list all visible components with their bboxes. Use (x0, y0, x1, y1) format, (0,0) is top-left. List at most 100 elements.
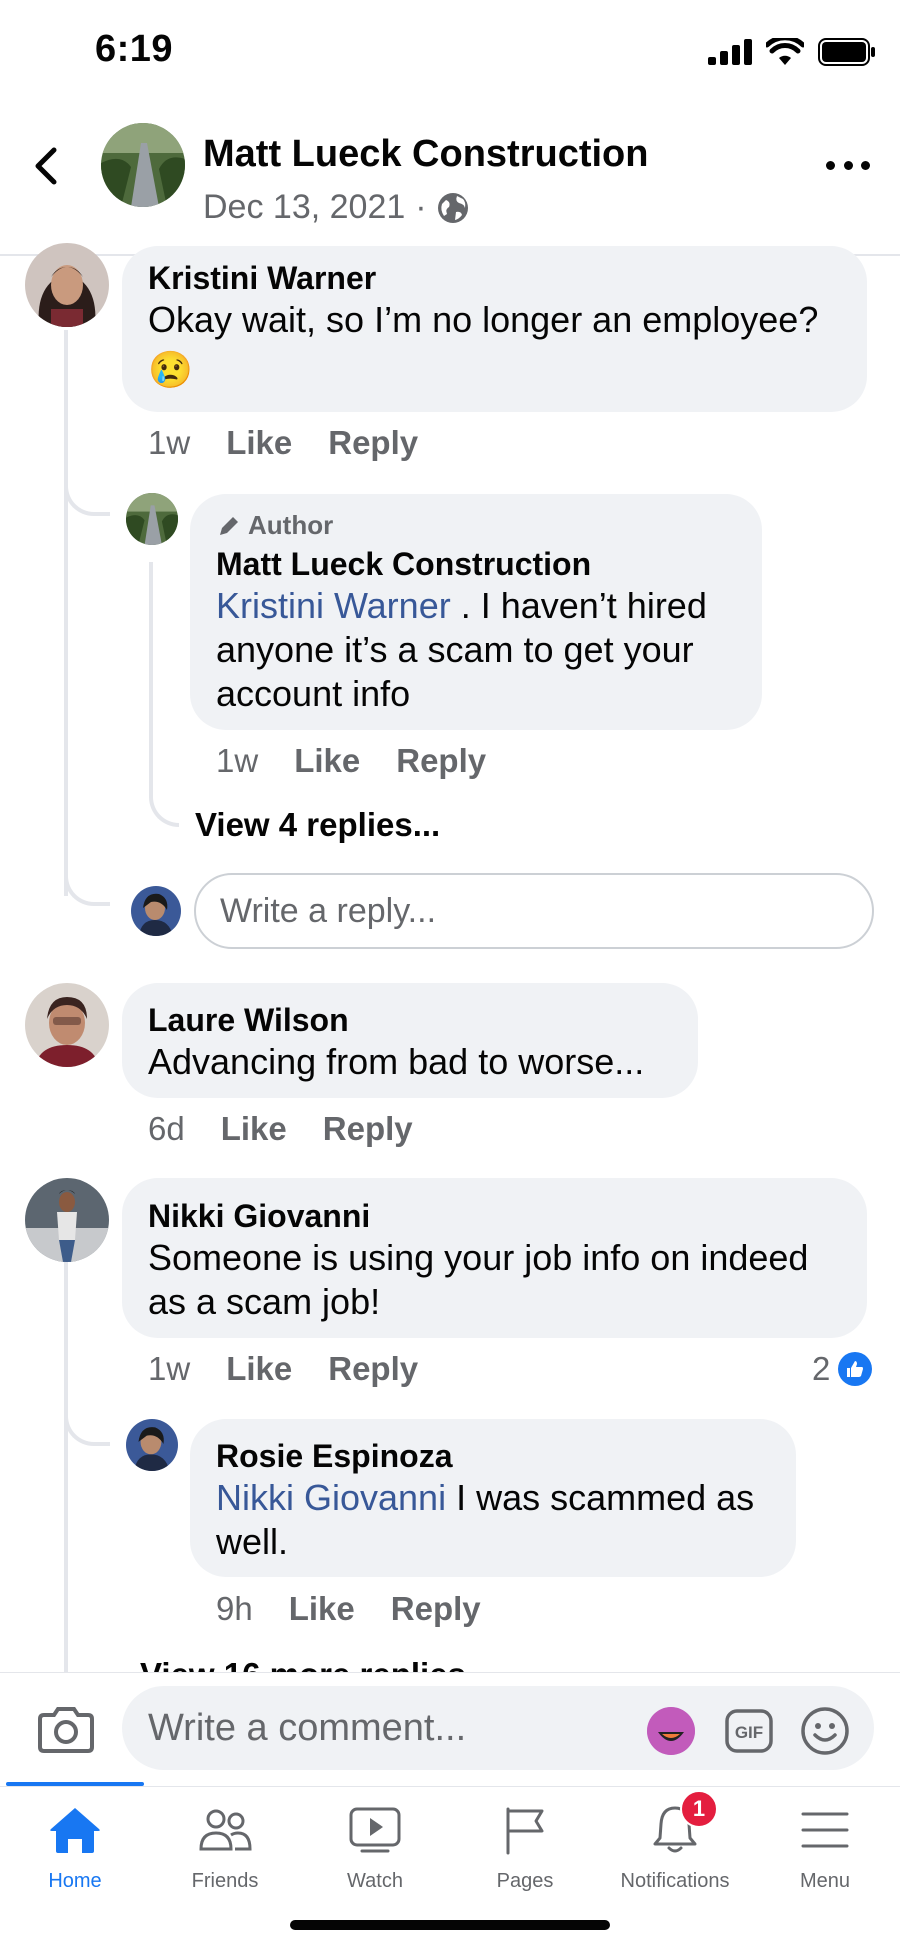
watch-icon (349, 1807, 401, 1853)
comment-text: Advancing from bad to worse... (148, 1041, 645, 1082)
like-button[interactable]: Like (289, 1590, 355, 1628)
back-button[interactable] (30, 140, 70, 192)
pages-icon (506, 1807, 544, 1855)
reply-input[interactable]: Write a reply... (194, 873, 874, 949)
reaction-number: 2 (812, 1350, 831, 1387)
avatar[interactable] (126, 493, 178, 545)
thread-connector (149, 562, 179, 827)
comment-author[interactable]: Laure Wilson (148, 1000, 349, 1040)
home-icon (50, 1808, 100, 1853)
avatar (131, 886, 181, 936)
reply-button[interactable]: Reply (396, 742, 486, 780)
pencil-icon (220, 516, 238, 535)
avatar-sticker-icon (647, 1707, 695, 1755)
gif-button[interactable]: GIF (724, 1706, 774, 1756)
mention-link[interactable]: Kristini Warner (216, 585, 451, 626)
reaction-count[interactable]: 2 (812, 1350, 873, 1388)
tab-friends[interactable]: Friends (150, 1800, 300, 1900)
thread-line (64, 1262, 68, 1672)
reply-text-line: Kristini Warner . I haven’t hired (216, 584, 707, 628)
comment-timestamp: 6d (148, 1110, 185, 1147)
emoji-button[interactable] (800, 1706, 850, 1756)
thread-connector (64, 470, 110, 516)
reply-timestamp: 9h (216, 1590, 253, 1627)
status-time: 6:19 (95, 28, 174, 70)
camera-button[interactable] (38, 1703, 94, 1755)
view-replies-link[interactable]: View 4 replies... (195, 806, 440, 844)
like-button[interactable]: Like (221, 1110, 287, 1148)
like-button[interactable]: Like (294, 742, 360, 780)
comment-text: Okay wait, so I’m no longer an employee? (148, 299, 819, 340)
post-meta: Dec 13, 2021 · (203, 188, 469, 227)
tab-notifications[interactable]: Notifications (600, 1800, 750, 1900)
dot-icon (843, 160, 853, 170)
reply-text: . I haven’t hired (450, 585, 707, 626)
reply-timestamp: 1w (216, 742, 259, 779)
tab-label: Home (48, 1870, 102, 1892)
like-button[interactable]: Like (226, 1350, 292, 1388)
tab-label: Watch (347, 1870, 403, 1892)
post-date: Dec 13, 2021 (203, 188, 406, 226)
status-icons (708, 32, 876, 72)
thumbs-up-icon (838, 1352, 873, 1386)
comment-text: Someone is using your job info on indeed (148, 1237, 809, 1278)
tab-watch[interactable]: Watch (300, 1800, 450, 1900)
comment-author[interactable]: Kristini Warner (148, 258, 376, 298)
wifi-icon (766, 38, 804, 65)
battery-icon (818, 38, 875, 66)
reply-text: account info (216, 673, 411, 714)
tab-label: Friends (191, 1870, 259, 1892)
tab-label: Notifications (620, 1870, 730, 1892)
comment-timestamp: 1w (148, 1350, 191, 1387)
active-tab-indicator (6, 1782, 144, 1786)
reply-author[interactable]: Rosie Espinoza (216, 1436, 453, 1476)
avatar-sticker-button[interactable] (646, 1706, 696, 1756)
reply-button[interactable]: Reply (328, 424, 418, 462)
dot-icon (826, 160, 835, 170)
avatar[interactable] (126, 1419, 178, 1471)
reply-actions: 9h Like Reply (216, 1590, 517, 1628)
menu-icon (801, 1812, 849, 1848)
author-badge: Author (216, 510, 333, 541)
tab-pages[interactable]: Pages (450, 1800, 600, 1900)
author-tag-label: Author (248, 510, 334, 540)
globe-icon (437, 192, 468, 223)
chevron-left-icon (35, 147, 57, 185)
page-title[interactable]: Matt Lueck Construction (203, 133, 648, 176)
tab-label: Menu (799, 1870, 851, 1892)
comment-actions: 1w Like Reply (148, 424, 454, 462)
svg-text:GIF: GIF (735, 1723, 763, 1742)
like-button[interactable]: Like (226, 424, 292, 462)
reply-button[interactable]: Reply (391, 1590, 481, 1628)
comment-author[interactable]: Nikki Giovanni (148, 1196, 370, 1236)
avatar[interactable] (25, 983, 109, 1067)
signal-icon (708, 39, 752, 65)
reply-button[interactable]: Reply (328, 1350, 418, 1388)
comment-timestamp: 1w (148, 424, 191, 461)
reply-text-line: Nikki Giovanni I was scammed as (216, 1476, 754, 1520)
comment-actions: 1w Like Reply (148, 1350, 454, 1388)
avatar[interactable] (25, 243, 109, 327)
tab-home[interactable]: Home (0, 1800, 150, 1900)
reply-actions: 1w Like Reply (216, 742, 522, 780)
reply-button[interactable]: Reply (323, 1110, 413, 1148)
page-avatar[interactable] (101, 123, 185, 207)
tab-menu[interactable]: Menu (750, 1800, 900, 1900)
emoji: 😢 (148, 349, 193, 390)
reply-text: well. (216, 1521, 289, 1562)
camera-icon (38, 1707, 94, 1753)
friends-icon (199, 1809, 252, 1851)
notification-badge: 1 (680, 1790, 718, 1828)
reply-author[interactable]: Matt Lueck Construction (216, 544, 591, 584)
home-indicator[interactable] (290, 1920, 610, 1930)
avatar[interactable] (25, 1178, 109, 1262)
thread-connector (64, 1400, 110, 1446)
thread-line (64, 330, 68, 896)
smiley-icon (801, 1707, 849, 1755)
mention-link[interactable]: Nikki Giovanni (216, 1477, 446, 1518)
tab-label: Pages (496, 1870, 554, 1892)
comment-text: as a scam job! (148, 1281, 381, 1322)
more-options-button[interactable] (826, 150, 870, 180)
dot-icon (861, 160, 870, 170)
gif-icon: GIF (725, 1709, 773, 1753)
